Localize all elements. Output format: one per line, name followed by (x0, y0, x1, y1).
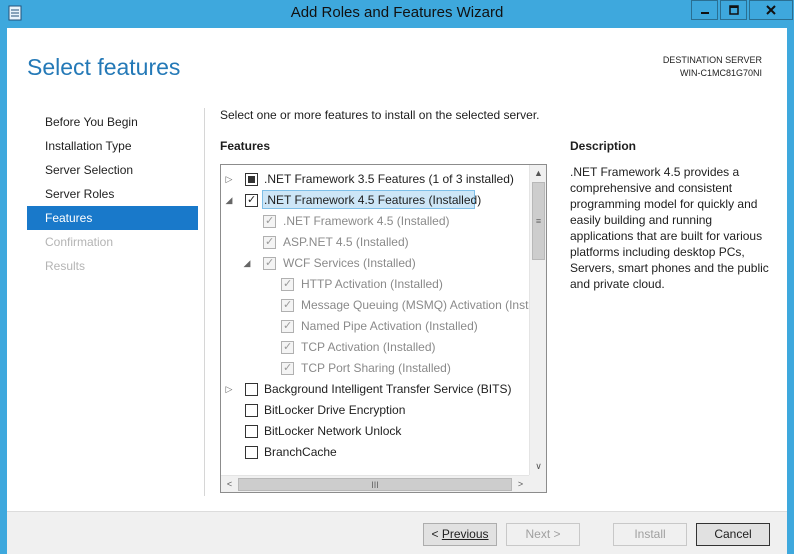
instruction-text: Select one or more features to install o… (220, 108, 540, 122)
next-button[interactable]: Next > (506, 523, 580, 546)
destination-server-name: WIN-C1MC81G70NI (679, 68, 762, 78)
nav-item-installation-type[interactable]: Installation Type (27, 134, 198, 158)
scroll-up-icon[interactable]: ▲ (530, 165, 547, 182)
feature-checkbox[interactable] (245, 173, 258, 186)
scroll-down-icon[interactable]: ∨ (530, 458, 547, 475)
feature-checkbox (281, 361, 294, 375)
feature-label: .NET Framework 4.5 (Installed) (283, 214, 450, 228)
wizard-nav: Before You Begin Installation Type Serve… (27, 110, 198, 278)
feature-label: .NET Framework 3.5 Features (1 of 3 inst… (264, 172, 514, 186)
description-heading: Description (570, 139, 637, 153)
previous-prefix: < (431, 527, 442, 541)
feature-checkbox (281, 319, 294, 333)
nav-item-server-roles[interactable]: Server Roles (27, 182, 198, 206)
feature-label: TCP Activation (Installed) (301, 340, 436, 354)
scroll-left-icon[interactable]: < (221, 476, 238, 493)
tree-row[interactable]: ASP.NET 4.5 (Installed) (221, 232, 529, 253)
maximize-icon (728, 5, 739, 15)
feature-label: Background Intelligent Transfer Service … (264, 382, 512, 396)
tree-row[interactable]: .NET Framework 4.5 (Installed) (221, 211, 529, 232)
collapse-arrow-icon[interactable]: ◢ (242, 257, 252, 269)
tree-horizontal-scrollbar[interactable]: < III > (221, 475, 529, 492)
tree-row[interactable]: Message Queuing (MSMQ) Activation (Insta (221, 295, 535, 316)
cancel-button[interactable]: Cancel (696, 523, 770, 546)
page-title: Select features (27, 54, 181, 80)
destination-label: DESTINATION SERVER (662, 55, 762, 65)
feature-checkbox[interactable] (245, 383, 258, 396)
feature-label: WCF Services (Installed) (283, 256, 416, 270)
install-button[interactable]: Install (613, 523, 687, 546)
feature-checkbox[interactable] (245, 425, 258, 438)
tree-row[interactable]: BitLocker Drive Encryption (221, 400, 529, 421)
minimize-button[interactable] (691, 0, 718, 20)
feature-checkbox (281, 277, 294, 291)
previous-label: Previous (441, 527, 489, 541)
tree-row[interactable]: ▷ Background Intelligent Transfer Servic… (221, 379, 529, 400)
feature-checkbox[interactable] (245, 404, 258, 417)
scroll-grip-icon: ≡ (535, 216, 542, 226)
tree-row[interactable]: BitLocker Network Unlock (221, 421, 529, 442)
feature-label: Message Queuing (MSMQ) Activation (Insta (301, 298, 536, 312)
feature-label: Named Pipe Activation (Installed) (301, 319, 478, 333)
features-tree[interactable]: ▷ .NET Framework 3.5 Features (1 of 3 in… (220, 164, 547, 493)
tree-row[interactable]: TCP Port Sharing (Installed) (221, 358, 529, 379)
feature-checkbox (263, 235, 276, 249)
tree-row[interactable]: BranchCache (221, 442, 529, 463)
tree-row-selected[interactable]: ◢ .NET Framework 4.5 Features (Installed… (221, 190, 529, 211)
feature-label: ASP.NET 4.5 (Installed) (283, 235, 409, 249)
scrollbar-corner (529, 475, 546, 492)
feature-checkbox (263, 256, 276, 270)
scroll-grip-icon: III (371, 479, 379, 490)
nav-item-features[interactable]: Features (27, 206, 198, 230)
tree-vertical-scrollbar[interactable]: ▲ ≡ ∨ (529, 165, 546, 475)
title-bar: Add Roles and Features Wizard (0, 0, 794, 28)
expand-arrow-icon[interactable]: ▷ (224, 383, 234, 395)
nav-item-results: Results (45, 259, 86, 273)
feature-label: HTTP Activation (Installed) (301, 277, 443, 291)
close-button[interactable] (749, 0, 793, 20)
horizontal-scroll-thumb[interactable]: III (238, 478, 512, 491)
feature-label: .NET Framework 4.5 Features (Installed) (264, 193, 482, 207)
minimize-icon (700, 12, 709, 14)
destination-server-info: DESTINATION SERVER WIN-C1MC81G70NI (663, 54, 762, 80)
expand-arrow-icon[interactable]: ▷ (224, 173, 234, 185)
feature-checkbox (281, 298, 294, 312)
feature-checkbox[interactable] (245, 193, 258, 207)
feature-checkbox (263, 214, 276, 228)
features-heading: Features (220, 139, 271, 153)
vertical-scroll-thumb[interactable]: ≡ (532, 182, 545, 260)
description-text: .NET Framework 4.5 provides a comprehens… (570, 165, 769, 291)
collapse-arrow-icon[interactable]: ◢ (224, 194, 234, 206)
window-title: Add Roles and Features Wizard (290, 4, 504, 21)
close-icon (766, 5, 776, 15)
tree-row[interactable]: TCP Activation (Installed) (221, 337, 529, 358)
tree-row[interactable]: ◢ WCF Services (Installed) (221, 253, 529, 274)
nav-item-before-you-begin[interactable]: Before You Begin (27, 110, 198, 134)
nav-divider (204, 108, 205, 496)
feature-label: BitLocker Network Unlock (264, 424, 402, 438)
tree-row[interactable]: Named Pipe Activation (Installed) (221, 316, 529, 337)
feature-label: BitLocker Drive Encryption (264, 403, 406, 417)
feature-checkbox[interactable] (245, 446, 258, 459)
feature-label: BranchCache (264, 445, 337, 459)
nav-item-confirmation: Confirmation (45, 235, 114, 249)
previous-button[interactable]: < Previous (423, 523, 497, 546)
feature-label: TCP Port Sharing (Installed) (301, 361, 451, 375)
feature-checkbox (281, 340, 294, 354)
tree-row[interactable]: ▷ .NET Framework 3.5 Features (1 of 3 in… (221, 169, 529, 190)
maximize-button[interactable] (720, 0, 747, 20)
scroll-right-icon[interactable]: > (512, 476, 529, 493)
tree-row[interactable]: HTTP Activation (Installed) (221, 274, 529, 295)
nav-item-server-selection[interactable]: Server Selection (27, 158, 198, 182)
